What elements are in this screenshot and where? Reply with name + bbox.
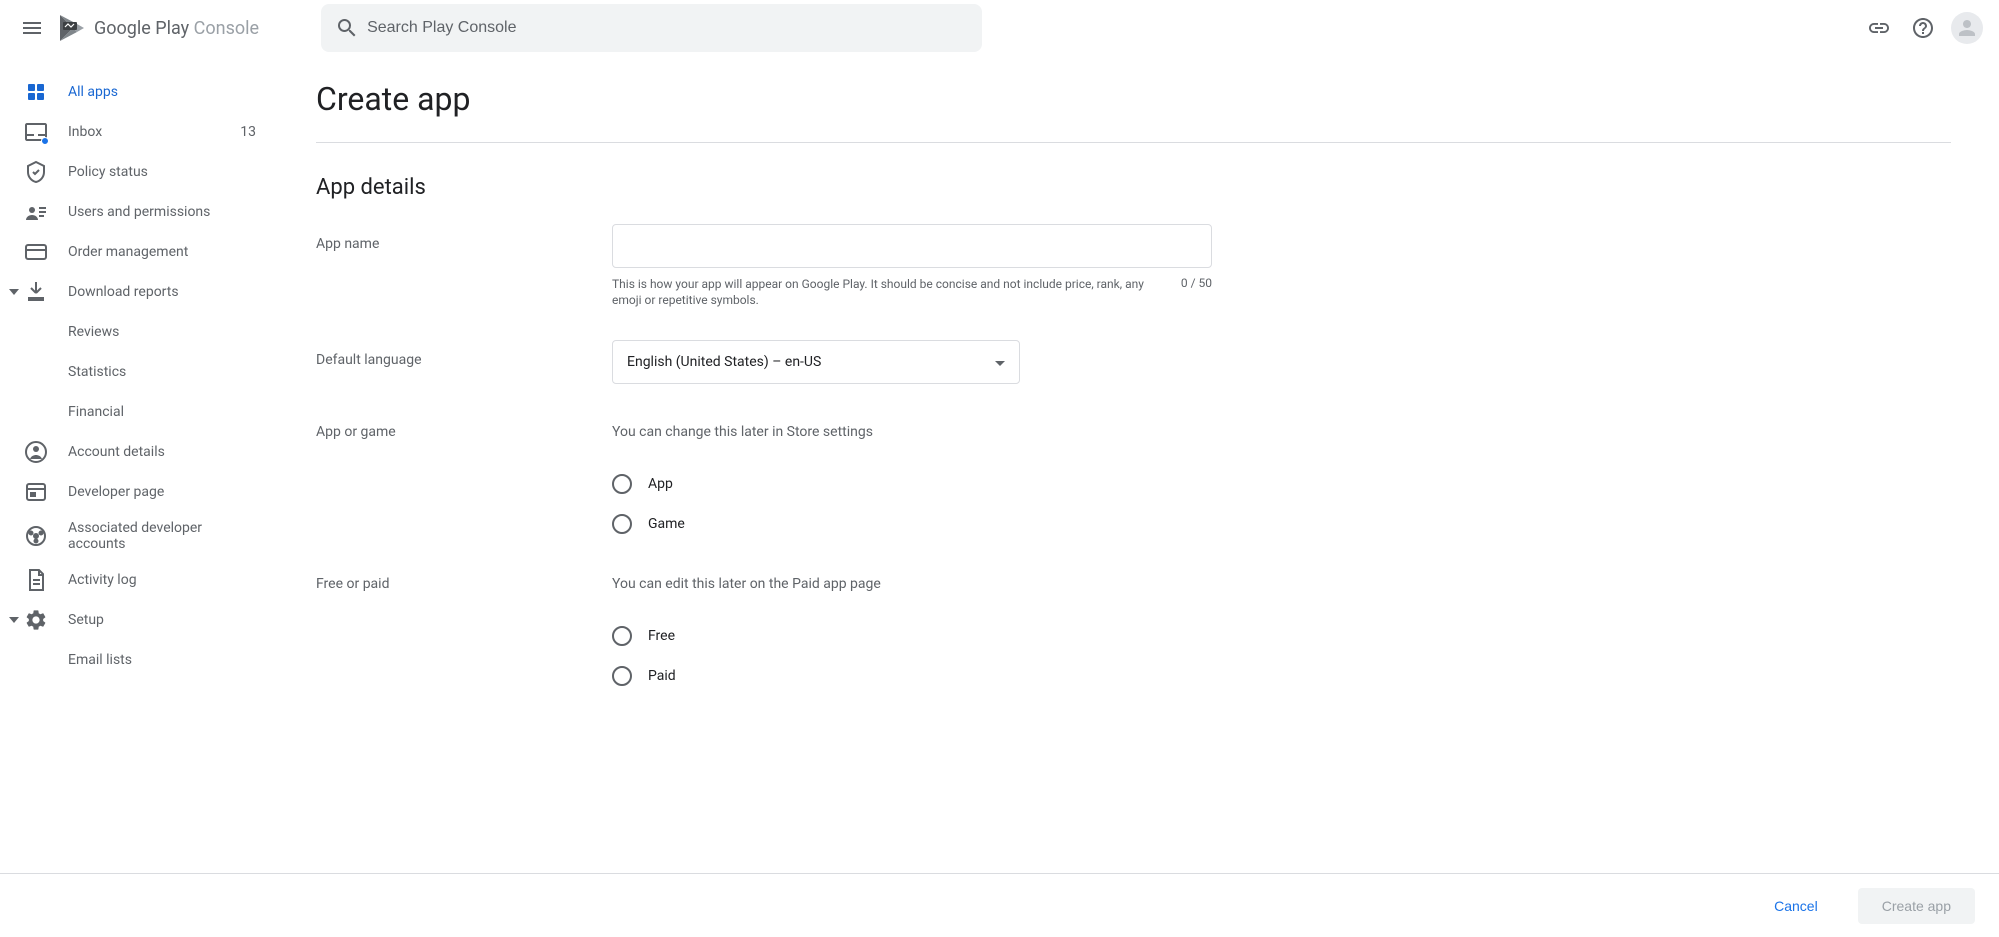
radio-label: Free (648, 628, 675, 644)
sidebar-item-account-details[interactable]: Account details (0, 432, 280, 472)
logo-text-console: Console (194, 18, 259, 39)
sidebar-sub-financial[interactable]: Financial (0, 392, 280, 432)
help-button[interactable] (1903, 8, 1943, 48)
app-name-label: App name (316, 224, 612, 308)
radio-icon (612, 474, 632, 494)
caret-down-icon (4, 610, 24, 630)
radio-option-app[interactable]: App (612, 464, 1212, 504)
inbox-count-badge: 13 (240, 124, 256, 140)
sidebar-item-download-reports[interactable]: Download reports (0, 272, 280, 312)
sidebar-item-policy-status[interactable]: Policy status (0, 152, 280, 192)
sidebar-label: Download reports (68, 284, 256, 300)
document-icon (24, 568, 48, 592)
radio-icon (612, 514, 632, 534)
footer-bar: Cancel Create app (0, 873, 1999, 937)
help-icon (1911, 16, 1935, 40)
sidebar-label: Associated developer accounts (68, 520, 256, 552)
sidebar-item-setup[interactable]: Setup (0, 600, 280, 640)
app-name-helper: This is how your app will appear on Goog… (612, 276, 1152, 308)
shield-icon (24, 160, 48, 184)
sidebar-label: Account details (68, 444, 256, 460)
default-language-select[interactable]: English (United States) – en-US (612, 340, 1020, 384)
form-row-language: Default language English (United States)… (316, 340, 1951, 384)
dropdown-arrow-icon (995, 354, 1005, 370)
free-or-paid-hint: You can edit this later on the Paid app … (612, 576, 1212, 592)
logo-text-play: Google Play (94, 18, 189, 39)
radio-option-game[interactable]: Game (612, 504, 1212, 544)
sidebar-sub-statistics[interactable]: Statistics (0, 352, 280, 392)
sidebar-sub-email-lists[interactable]: Email lists (0, 640, 280, 680)
default-language-label: Default language (316, 340, 612, 384)
radio-icon (612, 626, 632, 646)
sidebar-item-users-permissions[interactable]: Users and permissions (0, 192, 280, 232)
header-actions (1859, 8, 1991, 48)
caret-down-icon (4, 282, 24, 302)
main-content: Create app App details App name This is … (280, 56, 1999, 873)
hamburger-icon (20, 16, 44, 40)
radio-label: Game (648, 516, 685, 532)
associated-icon (24, 524, 48, 548)
users-icon (24, 200, 48, 224)
search-bar[interactable] (321, 4, 982, 52)
person-icon (1955, 16, 1979, 40)
radio-option-paid[interactable]: Paid (612, 656, 1212, 696)
form-row-app-or-game: App or game You can change this later in… (316, 424, 1951, 544)
sidebar-item-all-apps[interactable]: All apps (0, 72, 280, 112)
gear-icon (24, 608, 48, 632)
sidebar-label: Developer page (68, 484, 256, 500)
sidebar-label: All apps (68, 84, 256, 100)
app-header: Google Play Console (0, 0, 1999, 56)
sidebar-item-activity-log[interactable]: Activity log (0, 560, 280, 600)
sidebar-label: Activity log (68, 572, 256, 588)
search-icon (327, 8, 367, 48)
select-value: English (United States) – en-US (627, 354, 821, 370)
create-app-button[interactable]: Create app (1858, 888, 1975, 924)
google-play-console-logo[interactable]: Google Play Console (60, 13, 259, 43)
sidebar-item-inbox[interactable]: Inbox 13 (0, 112, 280, 152)
radio-label: App (648, 476, 673, 492)
notification-dot-icon (41, 137, 49, 145)
search-input[interactable] (367, 4, 976, 52)
app-name-input[interactable] (612, 224, 1212, 268)
divider (316, 142, 1951, 143)
radio-label: Paid (648, 668, 676, 684)
link-icon (1867, 16, 1891, 40)
cancel-button[interactable]: Cancel (1750, 888, 1842, 924)
sidebar-label: Order management (68, 244, 256, 260)
play-logo-icon (60, 13, 86, 43)
form-row-app-name: App name This is how your app will appea… (316, 224, 1951, 308)
account-icon (24, 440, 48, 464)
user-avatar[interactable] (1951, 12, 1983, 44)
inbox-icon (24, 120, 48, 144)
link-button[interactable] (1859, 8, 1899, 48)
radio-icon (612, 666, 632, 686)
radio-option-free[interactable]: Free (612, 616, 1212, 656)
sidebar-label: Setup (68, 612, 256, 628)
page-title: Create app (316, 80, 1951, 118)
sidebar-item-developer-page[interactable]: Developer page (0, 472, 280, 512)
sidebar-label: Policy status (68, 164, 256, 180)
sidebar-sub-reviews[interactable]: Reviews (0, 312, 280, 352)
sidebar-nav: All apps Inbox 13 Policy status Users an… (0, 56, 280, 873)
char-count: 0 / 50 (1181, 276, 1212, 308)
webpage-icon (24, 480, 48, 504)
download-icon (24, 280, 48, 304)
section-title: App details (316, 175, 1951, 200)
app-or-game-label: App or game (316, 424, 612, 544)
hamburger-menu-button[interactable] (8, 4, 56, 52)
apps-icon (24, 80, 48, 104)
sidebar-item-associated-accounts[interactable]: Associated developer accounts (0, 512, 280, 560)
credit-card-icon (24, 240, 48, 264)
free-or-paid-label: Free or paid (316, 576, 612, 696)
form-row-free-or-paid: Free or paid You can edit this later on … (316, 576, 1951, 696)
sidebar-item-order-management[interactable]: Order management (0, 232, 280, 272)
sidebar-label: Users and permissions (68, 204, 256, 220)
sidebar-label: Inbox (68, 124, 240, 140)
app-or-game-hint: You can change this later in Store setti… (612, 424, 1212, 440)
